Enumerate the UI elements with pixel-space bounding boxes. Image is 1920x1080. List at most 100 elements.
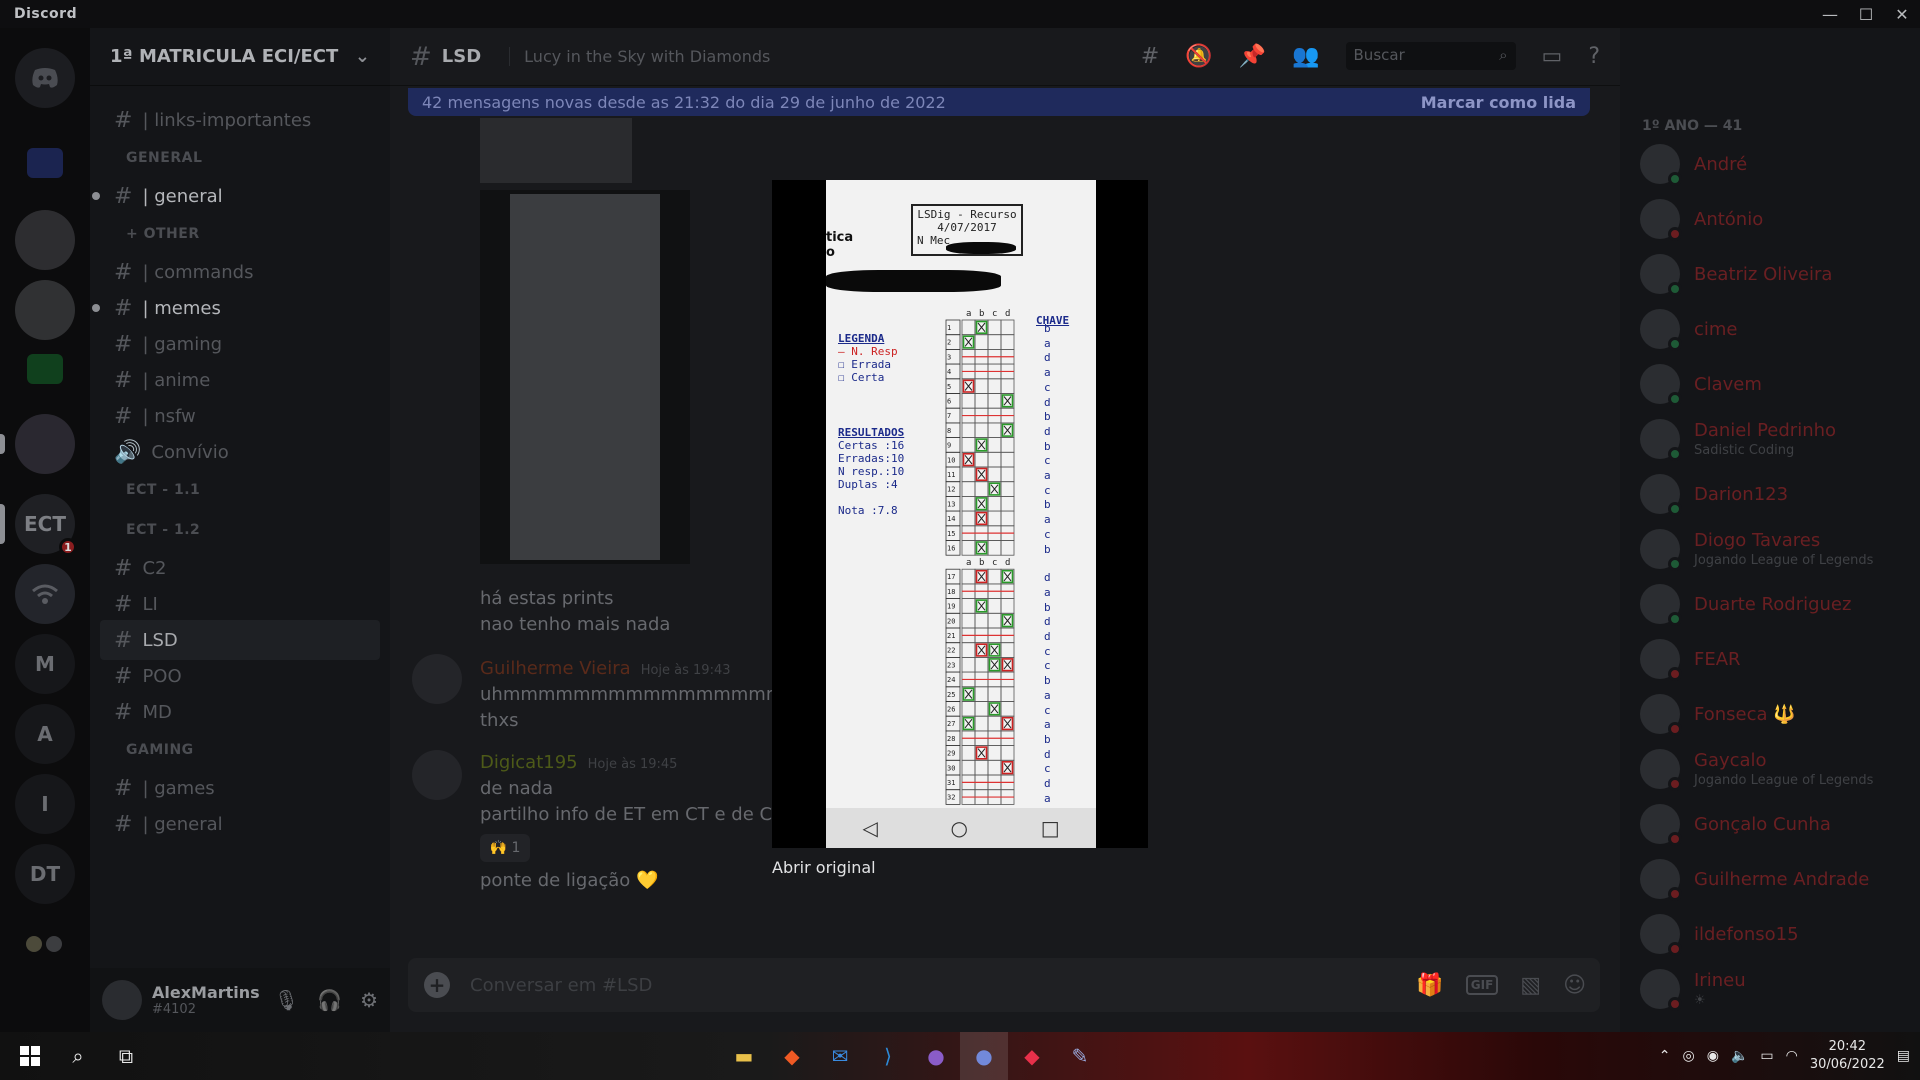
answer-key-letter: c (1044, 644, 1051, 658)
answer-cell (974, 393, 989, 409)
answer-cell (987, 745, 1002, 761)
result-line: Certas :16 (838, 439, 905, 452)
answer-cell (987, 319, 1002, 336)
answer-cell (987, 686, 1002, 702)
answer-cell (987, 422, 1002, 439)
answer-cell (974, 451, 989, 468)
grid-column-header: b (979, 309, 984, 319)
result-line: Duplas :4 (838, 478, 898, 491)
answer-key: badacdbdbcacbacbdabddccbacabdcda (1044, 322, 1051, 807)
battery-icon[interactable]: ▭ (1760, 1048, 1773, 1064)
answer-cell (987, 378, 1002, 394)
answer-cell (961, 437, 976, 453)
question-number: 1 (947, 324, 951, 332)
answer-cell (961, 422, 976, 439)
answer-cell (987, 334, 1002, 350)
answer-cell (987, 466, 1002, 483)
answer-key-letter: b (1044, 322, 1051, 335)
answer-cell (987, 451, 1002, 468)
paint-icon[interactable]: ✎ (1056, 1032, 1104, 1080)
question-number: 31 (947, 779, 955, 787)
answer-cell (987, 759, 1002, 776)
open-original-link[interactable]: Abrir original (772, 858, 876, 877)
question-number: 19 (947, 603, 955, 611)
recents-icon: □ (1040, 816, 1060, 840)
clock-time: 20:42 (1828, 1039, 1867, 1054)
question-number: 32 (947, 794, 955, 802)
answer-key-letter: c (1044, 659, 1051, 673)
answer-key-letter: d (1044, 747, 1051, 761)
answer-cell (1000, 598, 1015, 614)
question-number: 24 (947, 676, 955, 684)
answer-cell (961, 642, 976, 658)
answer-cell (961, 481, 976, 497)
question-number: 6 (947, 398, 951, 406)
result-line: Erradas:10 (838, 452, 905, 465)
answer-cell (974, 612, 989, 629)
answer-cell (974, 481, 989, 497)
legend-item: — N. Resp (838, 345, 898, 358)
answer-cell (961, 495, 976, 512)
answer-cell (1000, 642, 1015, 658)
answer-key-letter: c (1044, 703, 1051, 717)
search-icon[interactable]: ⌕ (54, 1032, 102, 1080)
jetbrains-icon[interactable]: ◆ (1008, 1032, 1056, 1080)
question-number: 5 (947, 383, 951, 391)
file-explorer-icon[interactable]: ▬ (720, 1032, 768, 1080)
brave-icon[interactable]: ◆ (768, 1032, 816, 1080)
grid-column-header: a (966, 558, 971, 568)
answer-cell (974, 686, 989, 702)
question-number: 13 (947, 500, 955, 508)
answer-cell (987, 540, 1002, 556)
clock-date: 30/06/2022 (1809, 1057, 1885, 1072)
answer-cell (1000, 334, 1015, 350)
answer-key-letter: d (1044, 630, 1051, 644)
answer-cell (1000, 540, 1015, 556)
task-view-icon[interactable]: ⧉ (102, 1032, 150, 1080)
legend-item: ☐ Certa (838, 371, 885, 384)
answer-cell (974, 701, 989, 717)
legend: LEGENDA — N. Resp ☐ Errada ☐ Certa (838, 332, 898, 384)
stamp-line1: LSDig - Recurso (917, 208, 1017, 221)
question-number: 11 (947, 471, 955, 479)
answer-grid: a b c da b c d12345678910111213141516171819202… (945, 309, 1015, 805)
notifications-icon[interactable]: ▤ (1897, 1048, 1910, 1064)
answer-key-letter: c (1044, 483, 1051, 497)
image-viewer-overlay[interactable]: LSDig - Recurso 4/07/2017 N Mec tica o LE… (0, 0, 1920, 1032)
windows-start-icon[interactable] (6, 1032, 54, 1080)
answer-key-letter: b (1044, 439, 1051, 453)
answer-key-letter: a (1044, 366, 1051, 380)
discord-icon[interactable]: ● (960, 1032, 1008, 1080)
chevron-up-icon[interactable]: ⌃ (1659, 1048, 1671, 1064)
answer-cell (1000, 686, 1015, 702)
image-viewer: LSDig - Recurso 4/07/2017 N Mec tica o LE… (772, 180, 1148, 848)
answer-cell (961, 319, 976, 336)
answer-key-letter: a (1044, 336, 1051, 350)
legend-title: LEGENDA (838, 332, 885, 345)
answer-key-letter: a (1044, 513, 1051, 527)
question-number: 29 (947, 750, 955, 758)
answer-cell (961, 612, 976, 629)
answer-cell (1000, 378, 1015, 394)
answer-key-letter: d (1044, 351, 1051, 365)
answer-cell (1000, 495, 1015, 512)
question-number: 7 (947, 412, 951, 420)
camera-icon[interactable]: ◎ (1683, 1048, 1695, 1064)
answer-cell (987, 715, 1002, 732)
clock[interactable]: 20:42 30/06/2022 (1810, 1038, 1885, 1074)
question-number: 14 (947, 515, 955, 523)
question-number: 8 (947, 427, 951, 435)
back-icon: ◁ (862, 816, 878, 840)
key-title: CHAVE (1036, 314, 1070, 327)
android-navbar: ◁ ○ □ (826, 808, 1096, 848)
answer-cell (961, 598, 976, 614)
wifi-icon[interactable]: ◠ (1786, 1048, 1798, 1064)
vscode-icon[interactable]: ⟩ (864, 1032, 912, 1080)
answer-cell (974, 378, 989, 394)
question-number: 2 (947, 339, 951, 347)
mail-icon[interactable]: ✉ (816, 1032, 864, 1080)
discord-tray-icon[interactable]: ◉ (1707, 1048, 1719, 1064)
volume-icon[interactable]: 🔈 (1731, 1048, 1748, 1064)
github-icon[interactable]: ● (912, 1032, 960, 1080)
results: RESULTADOS Certas :16 Erradas:10 N resp.… (838, 426, 904, 517)
